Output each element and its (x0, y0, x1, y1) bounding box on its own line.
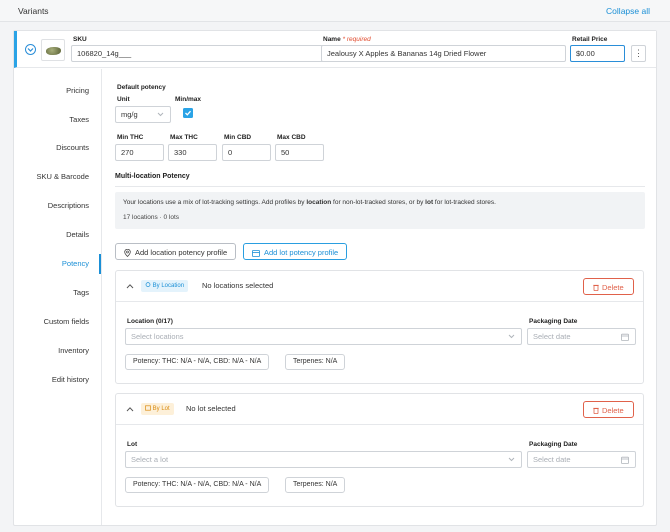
chevron-down-icon (508, 457, 515, 462)
box-icon (252, 249, 260, 257)
lot-tracking-info-box: Your locations use a mix of lot-tracking… (115, 192, 645, 229)
info-text: Your locations use a mix of lot-tracking… (123, 199, 496, 206)
min-thc-label: Min THC (117, 134, 144, 141)
product-thumbnail (41, 39, 65, 61)
packaging-date-input[interactable]: Select date (527, 328, 636, 345)
name-input[interactable]: Jealousy X Apples & Bananas 14g Dried Fl… (321, 45, 566, 62)
packaging-date-input[interactable]: Select date (527, 451, 636, 468)
location-profile-header: By Location No locations selected Delete (116, 271, 643, 302)
unit-label: Unit (117, 96, 130, 103)
sidebar-item-edit-history[interactable]: Edit history (14, 375, 100, 384)
min-thc-input[interactable]: 270 (115, 144, 164, 161)
min-cbd-input[interactable]: 0 (222, 144, 271, 161)
packaging-date-label: Packaging Date (529, 318, 578, 325)
info-count: 17 locations · 0 lots (123, 214, 180, 221)
minmax-label: Min/max (175, 96, 202, 103)
calendar-icon (621, 456, 629, 464)
collapse-variant-icon[interactable] (25, 44, 36, 55)
sidebar-item-potency[interactable]: Potency (14, 259, 100, 268)
sidebar-item-discounts[interactable]: Discounts (14, 143, 100, 152)
chevron-up-icon[interactable] (126, 406, 134, 412)
terpenes-summary-tag: Terpenes: N/A (285, 354, 346, 370)
variant-summary-row: SKU 106820_14g___ Name * required Jealou… (14, 31, 656, 68)
delete-lot-profile-button[interactable]: Delete (583, 401, 634, 418)
sidebar-item-pricing[interactable]: Pricing (14, 86, 100, 95)
multi-location-title: Multi-location Potency (115, 173, 190, 180)
sidebar-item-tags[interactable]: Tags (14, 288, 100, 297)
sidebar-item-taxes[interactable]: Taxes (14, 115, 100, 124)
section-divider (115, 186, 645, 187)
minmax-checkbox[interactable] (183, 108, 193, 118)
lot-profile-header: By Lot No lot selected Delete (116, 394, 643, 425)
variants-title: Variants (18, 6, 49, 16)
add-location-potency-button[interactable]: Add location potency profile (115, 243, 237, 260)
sidebar-item-details[interactable]: Details (14, 230, 100, 239)
variants-header: Variants Collapse all (0, 0, 670, 22)
max-thc-input[interactable]: 330 (168, 144, 217, 161)
box-icon (145, 405, 151, 411)
variant-card: SKU 106820_14g___ Name * required Jealou… (13, 30, 657, 526)
chevron-down-icon (508, 334, 515, 339)
sidebar-item-inventory[interactable]: Inventory (14, 346, 100, 355)
by-lot-badge: By Lot (141, 403, 174, 415)
retail-price-input[interactable]: $0.00 (570, 45, 625, 62)
location-potency-profile: By Location No locations selected Delete… (115, 270, 644, 384)
locations-select[interactable]: Select locations (125, 328, 522, 345)
retail-price-label: Retail Price (572, 36, 608, 43)
trash-icon (593, 407, 599, 414)
lot-potency-profile: By Lot No lot selected Delete Lot Packag… (115, 393, 644, 507)
sidebar-divider (101, 69, 102, 525)
terpenes-summary-tag: Terpenes: N/A (285, 477, 346, 493)
max-cbd-label: Max CBD (277, 134, 306, 141)
location-pin-icon (124, 249, 131, 258)
add-lot-potency-button[interactable]: Add lot potency profile (243, 243, 348, 260)
trash-icon (593, 284, 599, 291)
lot-status: No lot selected (186, 404, 236, 413)
unit-select[interactable]: mg/g (115, 106, 171, 123)
sidebar-item-sku-barcode[interactable]: SKU & Barcode (14, 172, 100, 181)
sku-label: SKU (73, 36, 87, 43)
default-potency-title: Default potency (117, 84, 166, 91)
lot-select[interactable]: Select a lot (125, 451, 522, 468)
chevron-down-icon (157, 112, 164, 117)
sidebar-item-descriptions[interactable]: Descriptions (14, 201, 100, 210)
max-thc-label: Max THC (170, 134, 198, 141)
potency-summary-tag: Potency: THC: N/A - N/A, CBD: N/A - N/A (125, 354, 270, 370)
location-pin-icon (145, 282, 151, 287)
by-location-badge: By Location (141, 280, 189, 292)
location-field-label: Location (0/17) (127, 318, 173, 325)
more-options-icon[interactable]: ⋮ (631, 45, 646, 62)
potency-summary-tag: Potency: THC: N/A - N/A, CBD: N/A - N/A (125, 477, 270, 493)
sidebar-item-custom-fields[interactable]: Custom fields (14, 317, 100, 326)
min-cbd-label: Min CBD (224, 134, 252, 141)
lot-field-label: Lot (127, 441, 138, 448)
sku-input[interactable]: 106820_14g___ (71, 45, 328, 62)
packaging-date-label: Packaging Date (529, 441, 578, 448)
location-status: No locations selected (202, 281, 274, 290)
chevron-up-icon[interactable] (126, 283, 134, 289)
calendar-icon (621, 333, 629, 341)
max-cbd-input[interactable]: 50 (275, 144, 324, 161)
collapse-all-link[interactable]: Collapse all (606, 6, 650, 16)
name-label: Name * required (323, 36, 371, 43)
delete-location-profile-button[interactable]: Delete (583, 278, 634, 295)
